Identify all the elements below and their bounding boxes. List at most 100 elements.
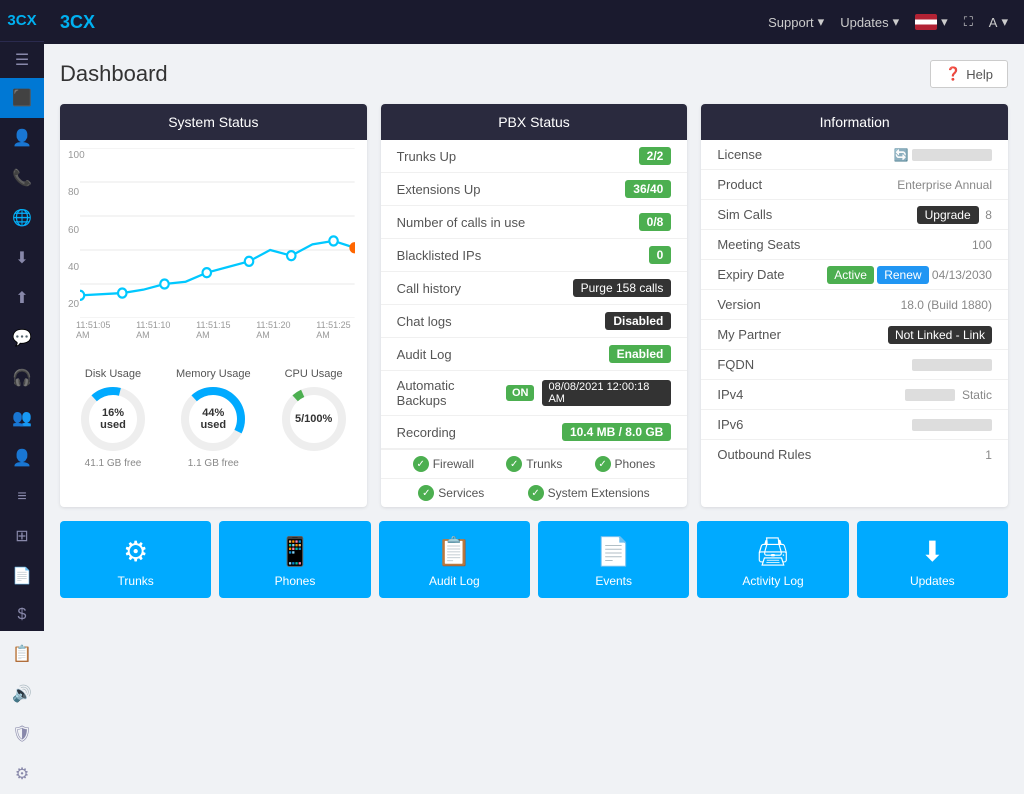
support-button[interactable]: Support ▾ xyxy=(768,14,824,30)
cpu-donut: 5/100% xyxy=(279,384,349,454)
topbar-right: Support ▾ Updates ▾ ▾ ⛶ A ▾ xyxy=(768,14,1008,30)
license-val: 🔄 xyxy=(894,148,992,162)
sidebar-item-upload[interactable]: ⬆ xyxy=(0,278,44,318)
help-button[interactable]: ❓ Help xyxy=(930,60,1008,88)
sidebar-item-chat[interactable]: 💬 xyxy=(0,318,44,358)
expand-button[interactable]: ⛶ xyxy=(964,14,973,30)
auditlog-tile-label: Audit Log xyxy=(429,574,480,588)
sidebar-item-dollar[interactable]: $ xyxy=(0,596,44,634)
memory-usage-item: Memory Usage 44% used 1.1 GB free xyxy=(176,368,251,469)
trunks-label: Trunks Up xyxy=(397,149,456,164)
notlinked-badge[interactable]: Not Linked - Link xyxy=(888,326,992,344)
flag-button[interactable]: ▾ xyxy=(915,14,948,30)
sidebar-item-settings[interactable]: ⚙ xyxy=(0,754,44,794)
tile-events[interactable]: 📄 Events xyxy=(538,521,689,598)
pbx-check-row-2: ✓ Services ✓ System Extensions xyxy=(381,478,688,507)
updates-button[interactable]: Updates ▾ xyxy=(840,14,899,30)
sidebar-item-log[interactable]: 📋 xyxy=(0,634,44,674)
chatlogs-label: Chat logs xyxy=(397,314,452,329)
tiles-row: ⚙ Trunks 📱 Phones 📋 Audit Log 📄 Events 🖨… xyxy=(60,521,1008,598)
sidebar-item-phone[interactable]: 📞 xyxy=(0,158,44,198)
user-menu-button[interactable]: A ▾ xyxy=(989,14,1008,30)
pbx-chatlogs-row: Chat logs Disabled xyxy=(381,305,688,338)
pbx-blacklist-row: Blacklisted IPs 0 xyxy=(381,239,688,272)
active-badge: Active xyxy=(827,266,874,284)
sidebar-item-user[interactable]: 👤 xyxy=(0,118,44,158)
pbx-calls-row: Number of calls in use 0/8 xyxy=(381,206,688,239)
upgrade-badge[interactable]: Upgrade xyxy=(917,206,979,224)
tile-auditlog[interactable]: 📋 Audit Log xyxy=(379,521,530,598)
topbar: 3CX Support ▾ Updates ▾ ▾ ⛶ A ▾ xyxy=(44,0,1024,44)
sidebar-logo: 3CX xyxy=(0,0,44,42)
tile-activitylog[interactable]: 🖨 Activity Log xyxy=(697,521,848,598)
info-ipv4-row: IPv4 Static xyxy=(701,380,1008,410)
cards-row: System Status 100 80 60 40 20 xyxy=(60,104,1008,507)
dollar-icon: $ xyxy=(18,606,27,624)
memory-value: 44% used xyxy=(196,407,231,431)
topbar-logo: 3CX xyxy=(60,12,95,33)
sidebar-item-contacts[interactable]: 👤 xyxy=(0,438,44,478)
extensions-badge: 36/40 xyxy=(625,180,671,198)
trunks-tile-icon: ⚙ xyxy=(123,535,148,568)
refresh-icon[interactable]: 🔄 xyxy=(894,148,909,162)
check-firewall-label: Firewall xyxy=(433,457,474,471)
ipv6-val xyxy=(912,418,992,432)
sidebar-item-list[interactable]: ≡ xyxy=(0,478,44,516)
phone-icon: 📞 xyxy=(12,168,32,188)
tile-trunks[interactable]: ⚙ Trunks xyxy=(60,521,211,598)
callhistory-label: Call history xyxy=(397,281,461,296)
sidebar-item-headset[interactable]: 🎧 xyxy=(0,358,44,398)
sidebar-item-group[interactable]: 👥 xyxy=(0,398,44,438)
ipv4-redacted xyxy=(905,389,955,401)
tile-phones[interactable]: 📱 Phones xyxy=(219,521,370,598)
check-firewall: ✓ Firewall xyxy=(413,456,474,472)
chat-icon: 💬 xyxy=(12,328,32,348)
shield-icon: 🛡 xyxy=(12,724,32,744)
sidebar-item-download[interactable]: ⬇ xyxy=(0,238,44,278)
flag-chevron-icon: ▾ xyxy=(941,14,948,30)
calls-badge: 0/8 xyxy=(639,213,672,231)
check-sysext-icon: ✓ xyxy=(528,485,544,501)
sidebar-item-volume[interactable]: 🔊 xyxy=(0,674,44,714)
pbx-trunks-row: Trunks Up 2/2 xyxy=(381,140,688,173)
sidebar-item-grid[interactable]: ⊞ xyxy=(0,516,44,556)
disk-label: Disk Usage xyxy=(78,368,148,380)
renew-badge[interactable]: Renew xyxy=(877,266,928,284)
fqdn-val xyxy=(912,358,992,372)
contacts-icon: 👤 xyxy=(12,448,32,468)
check-services-icon: ✓ xyxy=(418,485,434,501)
sidebar-item-dashboard[interactable]: ⬛ xyxy=(0,78,44,118)
check-phones-icon: ✓ xyxy=(595,456,611,472)
chatlogs-badge: Disabled xyxy=(605,312,671,330)
list-icon: ≡ xyxy=(17,488,26,506)
sidebar-item-shield[interactable]: 🛡 xyxy=(0,714,44,754)
ipv6-label: IPv6 xyxy=(717,417,743,432)
check-services: ✓ Services xyxy=(418,485,484,501)
info-version-row: Version 18.0 (Build 1880) xyxy=(701,290,1008,320)
backups-label: Automatic Backups xyxy=(397,378,506,408)
pbx-auditlog-row: Audit Log Enabled xyxy=(381,338,688,371)
sidebar-item-page[interactable]: 📄 xyxy=(0,556,44,596)
license-redacted xyxy=(912,149,992,161)
auditlog-label: Audit Log xyxy=(397,347,452,362)
purge-badge[interactable]: Purge 158 calls xyxy=(573,279,672,297)
meeting-label: Meeting Seats xyxy=(717,237,800,252)
pbx-callhistory-row: Call history Purge 158 calls xyxy=(381,272,688,305)
info-simcalls-row: Sim Calls Upgrade 8 xyxy=(701,200,1008,230)
hamburger-menu[interactable]: ☰ xyxy=(0,42,44,78)
check-firewall-icon: ✓ xyxy=(413,456,429,472)
tile-updates[interactable]: ⬇ Updates xyxy=(857,521,1008,598)
sidebar-item-globe[interactable]: 🌐 xyxy=(0,198,44,238)
version-label: Version xyxy=(717,297,760,312)
info-partner-row: My Partner Not Linked - Link xyxy=(701,320,1008,350)
fqdn-label: FQDN xyxy=(717,357,754,372)
grid-icon: ⊞ xyxy=(15,526,28,546)
headset-icon: 🎧 xyxy=(12,368,32,388)
phones-tile-icon: 📱 xyxy=(278,535,313,568)
expiry-label: Expiry Date xyxy=(717,267,784,282)
auditlog-badge: Enabled xyxy=(609,345,672,363)
system-status-card: System Status 100 80 60 40 20 xyxy=(60,104,367,507)
cpu-usage-item: CPU Usage 5/100% xyxy=(279,368,349,469)
memory-label: Memory Usage xyxy=(176,368,251,380)
chart-area: 100 80 60 40 20 xyxy=(60,140,367,360)
